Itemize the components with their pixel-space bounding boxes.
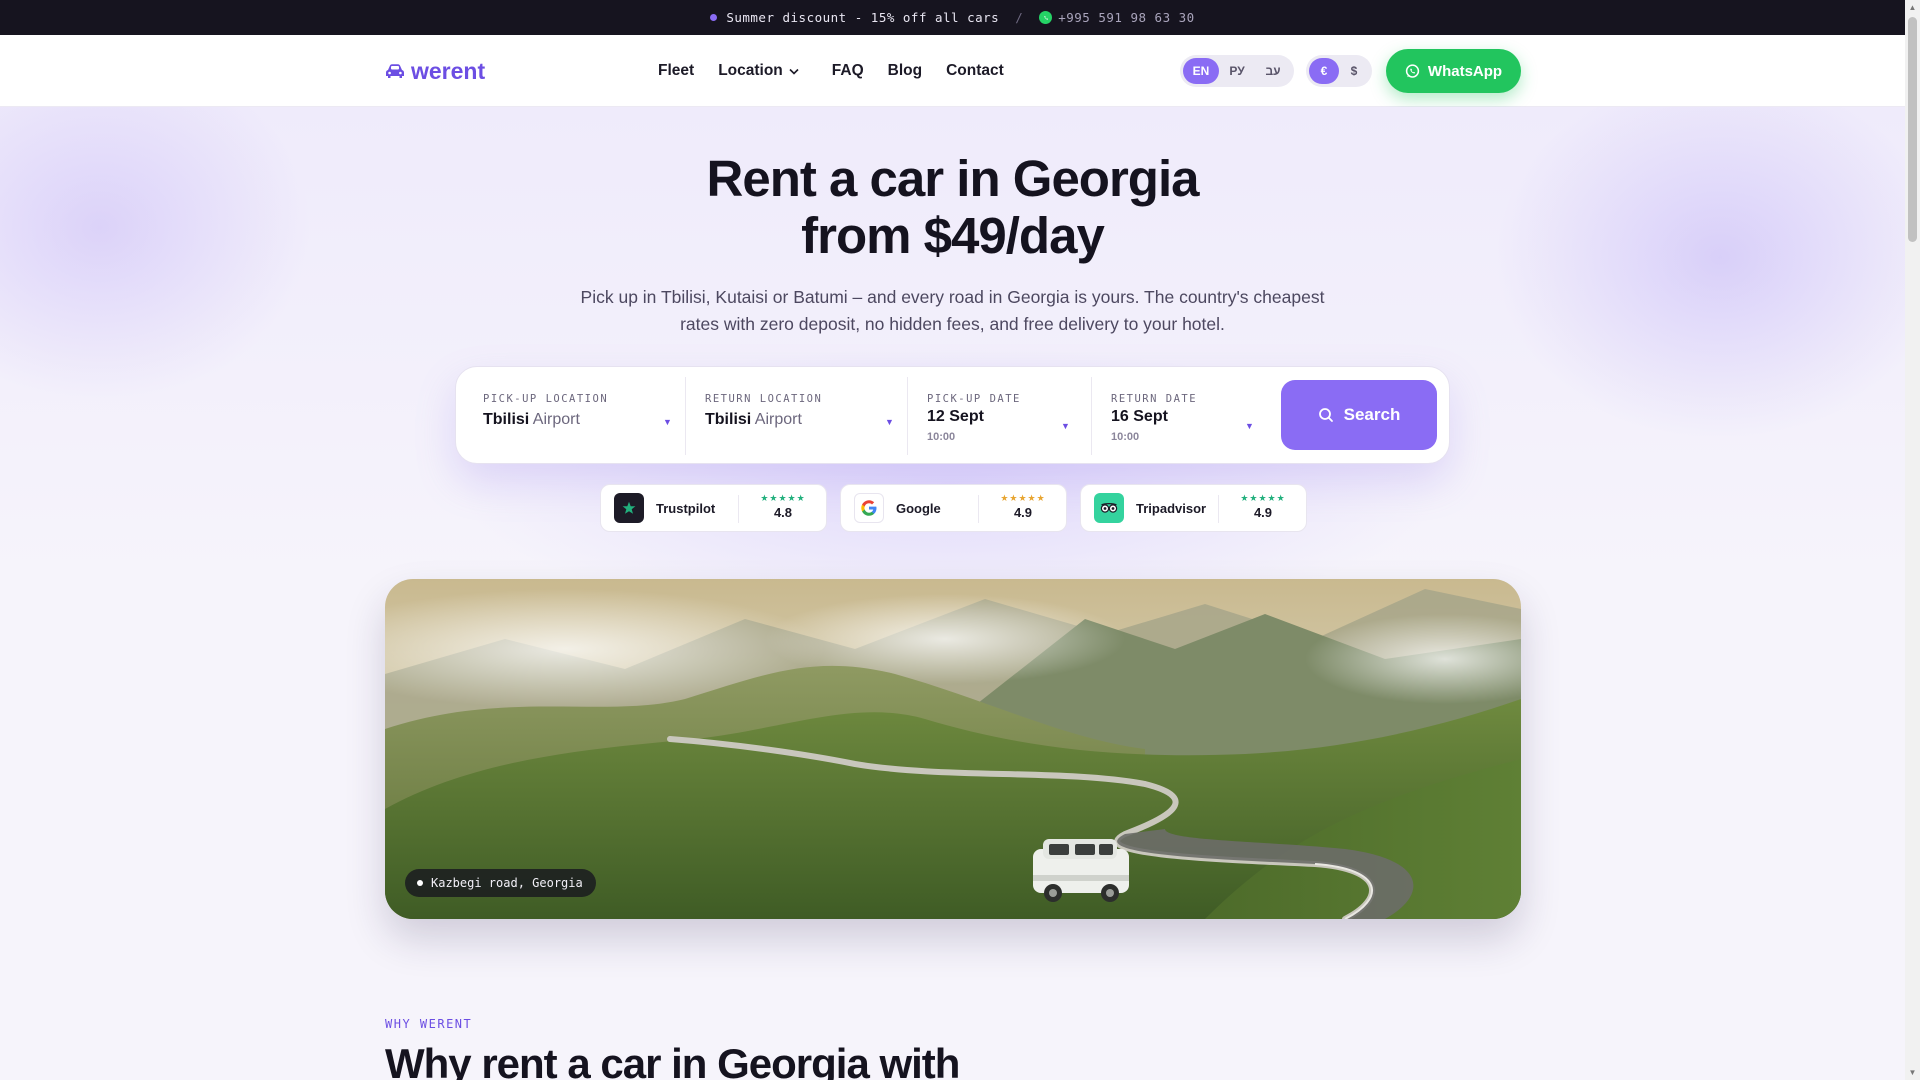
nav-location[interactable]: Location [718,62,799,80]
rating-score-block: ★★★★★ 4.9 [1231,493,1295,520]
return-location-field[interactable]: RETURN LOCATION Tbilisi Airport ▼ [705,367,895,465]
return-date-field[interactable]: RETURN DATE 16 Sept 10:00 ▼ [1111,367,1261,465]
caret-down-icon: ▼ [885,417,894,427]
caret-down-icon: ▼ [1245,421,1254,431]
return-location-value: Tbilisi Airport [705,411,802,429]
return-time-value: 10:00 [1111,431,1140,443]
rating-card-tripadvisor[interactable]: Tripadvisor ★★★★★ 4.9 [1080,484,1307,532]
search-button[interactable]: Search [1281,380,1437,450]
language-switcher: EN РУ עב [1180,55,1294,87]
return-location-label: RETURN LOCATION [705,393,823,405]
chevron-down-icon [789,68,799,75]
currency-eur[interactable]: € [1309,58,1339,84]
pickup-location-label: PICK-UP LOCATION [483,393,609,405]
search-icon [1318,408,1333,422]
pickup-date-field[interactable]: PICK-UP DATE 12 Sept 10:00 ▼ [927,367,1077,465]
whatsapp-button[interactable]: WhatsApp [1386,49,1521,93]
search-button-label: Search [1343,405,1401,424]
why-eyebrow: WHY WERENT [385,1017,473,1031]
rating-score: 4.9 [1253,505,1273,520]
scroll-down-icon[interactable]: ▼ [1908,1068,1917,1077]
site-header: werent Fleet Location FAQ Blog Contact E… [0,35,1905,107]
caret-down-icon: ▼ [1061,421,1070,431]
trustpilot-star-icon [614,493,644,523]
pickup-time-value: 10:00 [927,431,956,443]
pickup-location-value: Tbilisi Airport [483,411,580,429]
location-dot-icon [417,880,423,886]
logo-text: werent [411,57,486,84]
whatsapp-mini-icon [1039,11,1053,24]
nav-contact[interactable]: Contact [946,62,1004,80]
whatsapp-label: WhatsApp [1427,62,1503,80]
nav-faq[interactable]: FAQ [832,62,864,80]
rating-source-name: Tripadvisor [1136,500,1207,516]
photo-location-tag: Kazbegi road, Georgia [405,869,596,897]
nav-fleet[interactable]: Fleet [658,62,694,80]
return-location-place: Airport [754,411,802,428]
why-title: Why rent a car in Georgia with [385,1040,960,1080]
rating-card-trustpilot[interactable]: Trustpilot ★★★★★ 4.8 [600,484,827,532]
lang-he[interactable]: עב [1255,58,1291,84]
currency-switcher: € $ [1306,55,1372,87]
whatsapp-icon [1405,63,1420,78]
page-scrollbar[interactable]: ▲ ▼ [1905,0,1920,1080]
photo-caption: Kazbegi road, Georgia [431,876,583,890]
hero-title-line1: Rent a car in Georgia [706,150,1200,207]
hero-title-line2: from $49/day [801,207,1105,264]
tripadvisor-owl-icon [1094,493,1124,523]
car-logo-icon [386,64,404,78]
return-date-label: RETURN DATE [1111,393,1198,405]
pickup-date-label: PICK-UP DATE [927,393,1021,405]
hero-subtitle: Pick up in Tbilisi, Kutaisi or Batumi – … [580,287,1325,334]
pickup-location-city: Tbilisi [483,411,530,428]
hero-landscape-image: Kazbegi road, Georgia [385,579,1521,919]
field-divider [1091,377,1092,455]
rating-source-name: Google [896,500,941,516]
logo[interactable]: werent [385,57,485,85]
field-divider [685,377,686,455]
rating-divider [978,495,979,523]
currency-usd[interactable]: $ [1339,58,1369,84]
scroll-up-icon[interactable]: ▲ [1908,3,1917,12]
promo-text: Summer discount - 15% off all cars [726,10,1000,25]
rating-stars-icon: ★★★★★ [1000,493,1046,503]
pickup-location-place: Airport [532,411,580,428]
lang-en[interactable]: EN [1183,58,1219,84]
announcement-bar: Summer discount - 15% off all cars / +99… [0,0,1905,35]
phone-link[interactable]: +995 591 98 63 30 [1058,10,1194,25]
google-g-icon [854,493,884,523]
promo-separator: / [1015,10,1024,25]
rating-divider [1218,495,1219,523]
main-nav: Fleet Location FAQ Blog Contact [658,35,1028,107]
return-location-city: Tbilisi [705,411,752,428]
rating-source-name: Trustpilot [656,500,716,516]
ratings-row: Trustpilot ★★★★★ 4.8 Google ★★★★★ 4.9 Tr… [600,484,1307,532]
rating-stars-icon: ★★★★★ [1240,493,1286,503]
rating-score: 4.9 [1013,505,1033,520]
suv-car-illustration [1033,839,1129,902]
scrollbar-thumb[interactable] [1908,17,1917,242]
pickup-date-value: 12 Sept [927,408,984,425]
nav-blog[interactable]: Blog [888,62,922,80]
rating-score-block: ★★★★★ 4.8 [751,493,815,520]
rating-score-block: ★★★★★ 4.9 [991,493,1055,520]
rating-stars-icon: ★★★★★ [760,493,806,503]
rating-card-google[interactable]: Google ★★★★★ 4.9 [840,484,1067,532]
field-divider [907,377,908,455]
hero-title: Rent a car in Georgia from $49/day [0,150,1905,264]
rating-divider [738,495,739,523]
booking-search-bar: PICK-UP LOCATION Tbilisi Airport ▼ RETUR… [455,366,1450,464]
lang-ru[interactable]: РУ [1219,58,1255,84]
return-date-value: 16 Sept [1111,408,1168,425]
rating-score: 4.8 [773,505,793,520]
promo-dot-icon [710,14,718,21]
caret-down-icon: ▼ [663,417,672,427]
mountain-road-illustration [385,579,1521,919]
nav-location-label: Location [718,62,783,79]
pickup-location-field[interactable]: PICK-UP LOCATION Tbilisi Airport ▼ [483,367,673,465]
